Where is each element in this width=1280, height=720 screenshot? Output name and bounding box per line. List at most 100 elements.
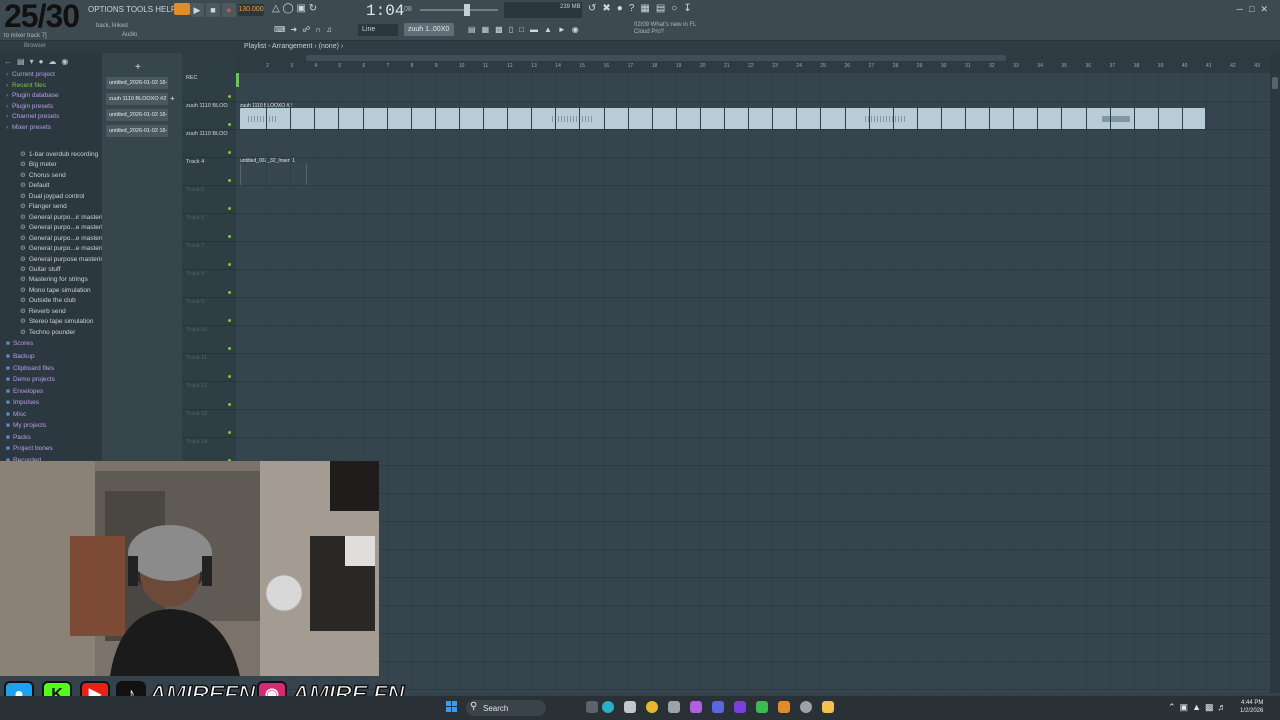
toolbar-icons-left[interactable]: △ ◯ ▣ ↻ [272, 3, 317, 14]
piano-icon[interactable]: ▦ [482, 25, 496, 34]
maximize-icon[interactable]: □ [1249, 4, 1260, 14]
browser-folder[interactable]: ■ Backup [6, 353, 35, 360]
toolbar-icons-row2[interactable]: ⌨➜☍∩♫ [274, 25, 337, 34]
nvidia-icon[interactable]: ▲ [1192, 702, 1205, 712]
add-icon[interactable]: + [135, 62, 141, 73]
browser-category[interactable]: › Channel presets [6, 113, 59, 120]
speaker-icon[interactable]: ♫ [326, 25, 337, 34]
track-enable-led[interactable] [228, 179, 231, 182]
browser-folder[interactable]: ■ Project bones [6, 445, 53, 452]
browser-folder[interactable]: ■ My projects [6, 422, 46, 429]
tempo-display[interactable]: 130.000 [238, 4, 264, 16]
tag-icon[interactable]: ● [39, 57, 49, 66]
piano-roll-icon[interactable]: ▤ [656, 3, 671, 14]
chat-icon[interactable]: ○ [671, 3, 683, 14]
horizontal-scrollbar[interactable] [306, 55, 1006, 61]
countdown-icon[interactable]: ▣ [296, 3, 305, 14]
picker-item[interactable]: zuuh 1110 BLOOXO #2 [106, 93, 168, 105]
app-icon[interactable] [734, 701, 746, 713]
playhead-marker[interactable] [236, 73, 239, 87]
mixer-preset-item[interactable]: ⚙ 1-bar overdub recording [20, 150, 98, 158]
scroll-thumb[interactable] [1272, 77, 1278, 89]
undo-icon[interactable]: ↺ [588, 3, 602, 14]
song-position-display[interactable]: 1:04 [366, 2, 404, 20]
picker-item[interactable]: untitled_2026-01-02 16- [106, 109, 168, 121]
track-enable-led[interactable] [228, 347, 231, 350]
network-icon[interactable]: ▩ [1205, 702, 1218, 712]
track-header-label[interactable]: Track 4 [186, 159, 232, 165]
minimize-icon[interactable]: ─ [1237, 4, 1249, 14]
track-header-label[interactable]: zuuh 1110 BLOO [186, 103, 232, 109]
track-enable-led[interactable] [228, 375, 231, 378]
render-icon[interactable]: ◉ [572, 25, 585, 34]
keyboard-icon[interactable]: ⌨ [274, 25, 291, 34]
track-header-label[interactable]: Track 8 [186, 271, 232, 277]
mixer-window-icon[interactable]: ▯ [509, 25, 519, 34]
chrome-icon[interactable] [646, 701, 658, 713]
mixer-preset-item[interactable]: ⚙ Mastering for strings [20, 275, 88, 283]
settings-icon[interactable] [800, 701, 812, 713]
track-header-label[interactable]: Track 11 [186, 355, 232, 361]
mixer-preset-item[interactable]: ⚙ Default [20, 181, 49, 189]
search-icon[interactable]: ◉ [61, 57, 73, 66]
chevron-up-icon[interactable]: ⌃ [1168, 702, 1180, 712]
track-enable-led[interactable] [228, 291, 231, 294]
track-enable-led[interactable] [228, 319, 231, 322]
channel-rack-icon[interactable]: ▩ [495, 25, 509, 34]
toolbar-icons-right[interactable]: ↺✖●?▦▤○↧ [588, 3, 698, 14]
back-icon[interactable]: ← [4, 57, 17, 66]
mixer-preset-item[interactable]: ⚙ Mono tape simulation [20, 286, 91, 294]
stop-button[interactable]: ■ [206, 3, 220, 17]
mixer-preset-item[interactable]: ⚙ Flanger send [20, 202, 67, 210]
browser-category[interactable]: › Current project [6, 71, 55, 78]
browser-category[interactable]: › Plugin database [6, 92, 59, 99]
browser-category[interactable]: › Mixer presets [6, 124, 51, 131]
track-enable-led[interactable] [228, 235, 231, 238]
xbox-icon[interactable] [756, 701, 768, 713]
browser-category[interactable]: › Recent files [6, 82, 46, 89]
track-header-label[interactable]: Track 10 [186, 327, 232, 333]
timeline-ruler[interactable]: 2 3 4 5 6 7 8 9 10 11 12 13 14 15 16 17 18 19 20 21 22 23 24 25… [236, 53, 1270, 73]
browser-folder[interactable]: ■ Clipboard files [6, 365, 54, 372]
browser-folder[interactable]: ■ Scores [6, 340, 33, 347]
mixer-preset-item[interactable]: ⚙ Reverb send [20, 307, 66, 315]
arrow-icon[interactable]: ➜ [291, 25, 303, 34]
cloud-icon[interactable]: ☁ [48, 57, 61, 66]
clip-icon[interactable]: ► [558, 25, 572, 34]
mixer-preset-item[interactable]: ⚙ General purpo...e mastering 2 [20, 223, 115, 231]
windows-start-icon[interactable] [446, 701, 458, 713]
fl-studio-icon[interactable] [778, 701, 790, 713]
browser-folder[interactable]: ■ Demo projects [6, 376, 55, 383]
browser-folder[interactable]: ■ Envelopes [6, 388, 43, 395]
app-icon[interactable] [690, 701, 702, 713]
menu-bar[interactable]: OPTIONS TOOLS HELP [88, 5, 176, 14]
audio-clip[interactable] [240, 108, 1205, 130]
track-enable-led[interactable] [228, 95, 231, 98]
mixer-preset-item[interactable]: ⚙ Chorus send [20, 171, 66, 179]
browser-toolbar[interactable]: ←▤▾●☁◉ [4, 57, 73, 66]
track-enable-led[interactable] [228, 431, 231, 434]
browser-folder[interactable]: ■ Misc [6, 411, 26, 418]
mixer-preset-item[interactable]: ⚙ Guitar stuff [20, 265, 61, 273]
audio-clip-2[interactable] [240, 164, 307, 186]
track-header-label[interactable]: Track 13 [186, 411, 232, 417]
download-icon[interactable]: ↧ [683, 3, 697, 14]
picker-item[interactable]: untitled_2026-01-02 16- [106, 125, 168, 137]
app-icon[interactable] [668, 701, 680, 713]
vertical-scrollbar[interactable] [1270, 53, 1280, 693]
mixer-preset-item[interactable]: ⚙ Big meter [20, 160, 57, 168]
playlist-title[interactable]: Playlist - Arrangement › (none) › [244, 43, 343, 50]
magnet-icon[interactable]: ∩ [315, 25, 326, 34]
record-button[interactable]: ● [222, 3, 236, 17]
track-header-label[interactable]: Track 7 [186, 243, 232, 249]
track-enable-led[interactable] [228, 123, 231, 126]
browser-folder[interactable]: ■ Packs [6, 434, 31, 441]
pattern-selector[interactable]: zuuh 1..00X0 [404, 23, 454, 36]
track-enable-led[interactable] [228, 263, 231, 266]
track-header-label[interactable]: Track 14 [186, 439, 232, 445]
track-header-label[interactable]: Track 5 [186, 187, 232, 193]
track-enable-led[interactable] [228, 207, 231, 210]
mixer-preset-item[interactable]: ⚙ Dual joypad control [20, 192, 84, 200]
mic-icon[interactable]: ● [617, 3, 629, 14]
track-enable-led[interactable] [228, 151, 231, 154]
